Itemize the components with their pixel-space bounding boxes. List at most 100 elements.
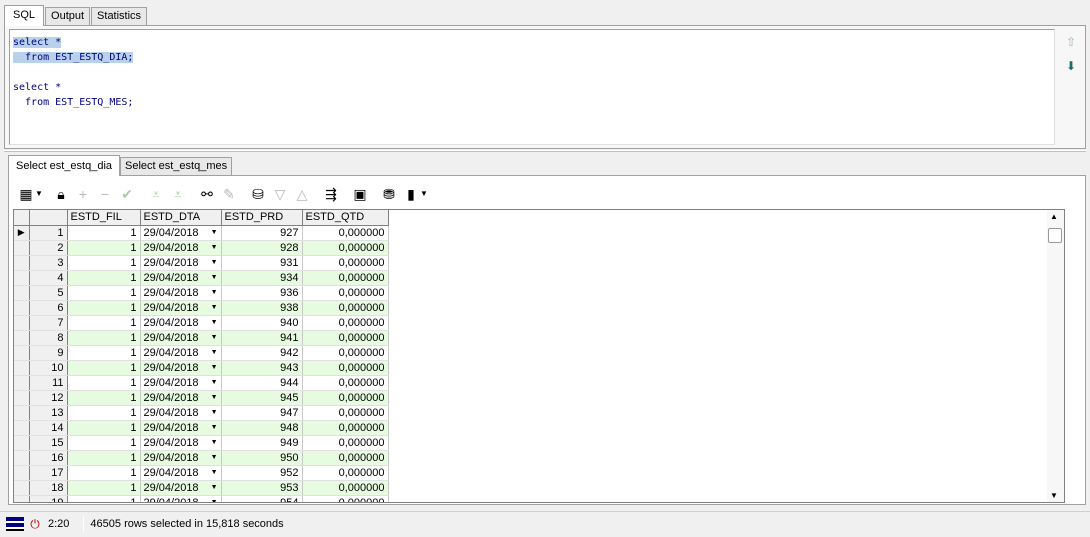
cell-estd-dta[interactable]: 29/04/2018 ▼	[140, 240, 222, 256]
cell-estd-dta[interactable]: 29/04/2018 ▼	[140, 345, 222, 361]
cell-estd-fil[interactable]: 1	[67, 420, 141, 436]
cell-estd-qtd[interactable]: 0,000000	[302, 405, 389, 421]
cell-estd-prd[interactable]: 944	[221, 375, 303, 391]
chevron-down-icon[interactable]: ▼	[211, 244, 218, 251]
cell-estd-dta[interactable]: 29/04/2018 ▼	[140, 405, 222, 421]
cell-estd-qtd[interactable]: 0,000000	[302, 495, 389, 502]
cell-estd-fil[interactable]: 1	[67, 465, 141, 481]
scroll-thumb[interactable]	[1048, 228, 1062, 243]
cell-estd-fil[interactable]: 1	[67, 315, 141, 331]
chevron-down-icon[interactable]: ▼	[211, 259, 218, 266]
chevron-down-icon[interactable]: ▼	[211, 439, 218, 446]
cell-estd-qtd[interactable]: 0,000000	[302, 300, 389, 316]
cell-estd-prd[interactable]: 948	[221, 420, 303, 436]
cell-estd-dta[interactable]: 29/04/2018 ▼	[140, 360, 222, 376]
table-row[interactable]: 18 1 29/04/2018 ▼ 953 0,000000	[14, 480, 389, 496]
table-row[interactable]: 17 1 29/04/2018 ▼ 952 0,000000	[14, 465, 389, 481]
sql-editor[interactable]: select * from EST_ESTQ_DIA; select * from…	[9, 29, 1055, 145]
cell-estd-qtd[interactable]: 0,000000	[302, 360, 389, 376]
cell-estd-fil[interactable]: 1	[67, 495, 141, 502]
next-statement-icon[interactable]: ⬇	[1065, 60, 1077, 72]
sort-up-icon[interactable]: △	[291, 183, 313, 205]
save-icon[interactable]: ▣	[349, 183, 371, 205]
cell-estd-prd[interactable]: 928	[221, 240, 303, 256]
clear-icon[interactable]: ✎	[218, 183, 240, 205]
cell-estd-dta[interactable]: 29/04/2018 ▼	[140, 495, 222, 502]
cell-estd-qtd[interactable]: 0,000000	[302, 345, 389, 361]
cell-estd-fil[interactable]: 1	[67, 390, 141, 406]
fetch-next-icon[interactable]: ⩡	[145, 183, 167, 205]
cell-estd-qtd[interactable]: 0,000000	[302, 330, 389, 346]
find-icon[interactable]: ⚯	[196, 183, 218, 205]
cell-estd-dta[interactable]: 29/04/2018 ▼	[140, 285, 222, 301]
cell-estd-qtd[interactable]: 0,000000	[302, 450, 389, 466]
tab-output[interactable]: Output	[45, 7, 91, 25]
scroll-down-icon[interactable]: ▼	[1050, 491, 1058, 500]
chevron-down-icon[interactable]: ▼	[211, 334, 218, 341]
cell-estd-dta[interactable]: 29/04/2018 ▼	[140, 225, 222, 241]
cell-estd-dta[interactable]: 29/04/2018 ▼	[140, 450, 222, 466]
chevron-down-icon[interactable]: ▼	[211, 364, 218, 371]
cell-estd-prd[interactable]: 936	[221, 285, 303, 301]
cell-estd-fil[interactable]: 1	[67, 375, 141, 391]
cell-estd-dta[interactable]: 29/04/2018 ▼	[140, 300, 222, 316]
cell-estd-qtd[interactable]: 0,000000	[302, 225, 389, 241]
table-row[interactable]: 14 1 29/04/2018 ▼ 948 0,000000	[14, 420, 389, 436]
chevron-down-icon[interactable]: ▼	[211, 499, 218, 502]
cell-estd-qtd[interactable]: 0,000000	[302, 285, 389, 301]
cell-estd-fil[interactable]: 1	[67, 330, 141, 346]
add-record-icon[interactable]: +	[72, 183, 94, 205]
cell-estd-fil[interactable]: 1	[67, 435, 141, 451]
cell-estd-qtd[interactable]: 0,000000	[302, 435, 389, 451]
chevron-down-icon[interactable]: ▼	[211, 274, 218, 281]
table-row[interactable]: 13 1 29/04/2018 ▼ 947 0,000000	[14, 405, 389, 421]
tab-statistics[interactable]: Statistics	[91, 7, 148, 25]
table-row[interactable]: ▶ 1 1 29/04/2018 ▼ 927 0,000000	[14, 225, 389, 241]
cell-estd-prd[interactable]: 942	[221, 345, 303, 361]
table-row[interactable]: 19 1 29/04/2018 ▼ 954 0,000000	[14, 495, 389, 502]
chevron-down-icon[interactable]: ▼	[35, 183, 43, 205]
cell-estd-prd[interactable]: 950	[221, 450, 303, 466]
chevron-down-icon[interactable]: ▼	[211, 304, 218, 311]
chevron-down-icon[interactable]: ▼	[211, 409, 218, 416]
table-row[interactable]: 12 1 29/04/2018 ▼ 945 0,000000	[14, 390, 389, 406]
cell-estd-dta[interactable]: 29/04/2018 ▼	[140, 480, 222, 496]
table-row[interactable]: 5 1 29/04/2018 ▼ 936 0,000000	[14, 285, 389, 301]
chevron-down-icon[interactable]: ▼	[211, 454, 218, 461]
chevron-down-icon[interactable]: ▼	[211, 349, 218, 356]
table-row[interactable]: 9 1 29/04/2018 ▼ 942 0,000000	[14, 345, 389, 361]
cell-estd-prd[interactable]: 947	[221, 405, 303, 421]
cell-estd-prd[interactable]: 938	[221, 300, 303, 316]
table-row[interactable]: 3 1 29/04/2018 ▼ 931 0,000000	[14, 255, 389, 271]
chevron-down-icon[interactable]: ▼	[211, 424, 218, 431]
table-row[interactable]: 16 1 29/04/2018 ▼ 950 0,000000	[14, 450, 389, 466]
cell-estd-qtd[interactable]: 0,000000	[302, 270, 389, 286]
chevron-down-icon[interactable]: ▼	[211, 379, 218, 386]
cell-estd-prd[interactable]: 949	[221, 435, 303, 451]
cell-estd-fil[interactable]: 1	[67, 405, 141, 421]
table-row[interactable]: 11 1 29/04/2018 ▼ 944 0,000000	[14, 375, 389, 391]
cell-estd-fil[interactable]: 1	[67, 225, 141, 241]
cell-estd-prd[interactable]: 952	[221, 465, 303, 481]
cell-estd-qtd[interactable]: 0,000000	[302, 465, 389, 481]
grid-menu-icon[interactable]: ▦	[15, 183, 37, 205]
cell-estd-fil[interactable]: 1	[67, 450, 141, 466]
table-row[interactable]: 8 1 29/04/2018 ▼ 941 0,000000	[14, 330, 389, 346]
cell-estd-fil[interactable]: 1	[67, 345, 141, 361]
cell-estd-fil[interactable]: 1	[67, 240, 141, 256]
previous-statement-icon[interactable]: ⇧	[1065, 36, 1077, 48]
chart-icon[interactable]: ▮	[400, 183, 422, 205]
report-icon[interactable]: ⛃	[378, 183, 400, 205]
tab-result-est-estq-dia[interactable]: Select est_estq_dia	[8, 155, 121, 176]
post-icon[interactable]: ✔	[116, 183, 138, 205]
vertical-scrollbar[interactable]: ▲ ▼	[1047, 210, 1064, 502]
tab-result-est-estq-mes[interactable]: Select est_estq_mes	[120, 157, 233, 175]
column-header-estd-fil[interactable]: ESTD_FIL	[67, 210, 141, 226]
cell-estd-qtd[interactable]: 0,000000	[302, 255, 389, 271]
scroll-up-icon[interactable]: ▲	[1050, 212, 1058, 221]
cell-estd-prd[interactable]: 934	[221, 270, 303, 286]
table-row[interactable]: 2 1 29/04/2018 ▼ 928 0,000000	[14, 240, 389, 256]
cell-estd-fil[interactable]: 1	[67, 300, 141, 316]
chevron-down-icon[interactable]: ▼	[211, 394, 218, 401]
chevron-down-icon[interactable]: ▼	[211, 469, 218, 476]
